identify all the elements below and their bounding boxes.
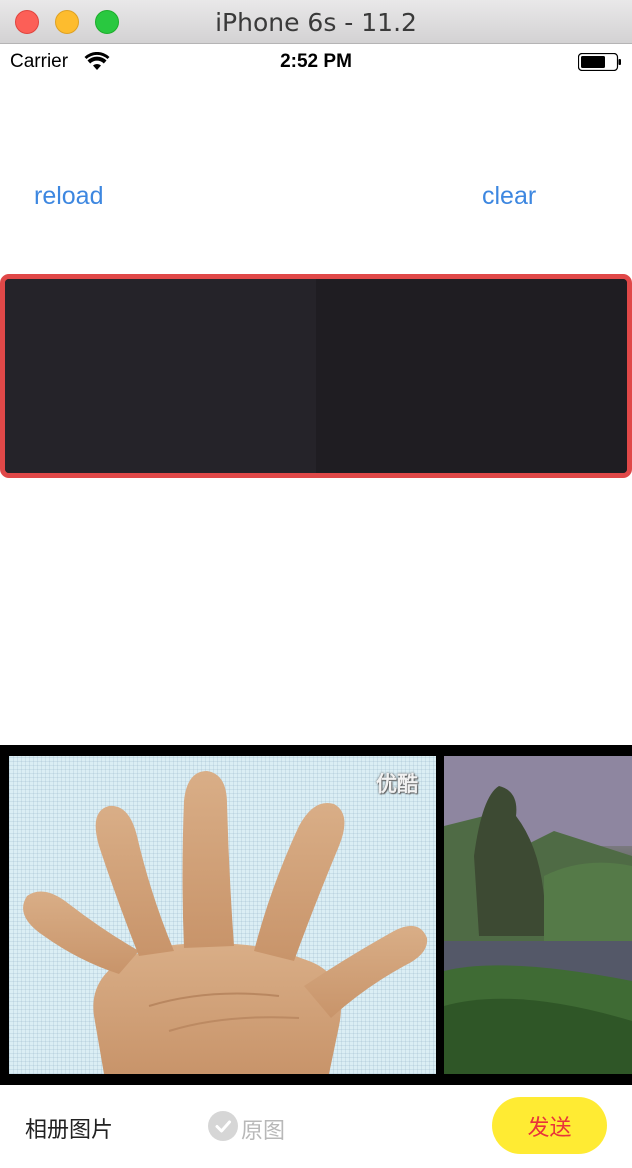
landscape-image [444,756,632,1074]
photo-thumbnail-hand[interactable]: 优酷 [9,756,436,1074]
status-bar: Carrier 2:52 PM [0,44,632,80]
battery-icon [578,53,621,71]
photo-picker-strip[interactable]: 优酷 [0,745,632,1085]
album-picker-label[interactable]: 相册图片 [25,1112,113,1144]
reload-button[interactable]: reload [34,182,104,211]
clear-button[interactable]: clear [482,182,536,211]
selected-preview-strip[interactable] [0,274,632,478]
video-watermark: 优酷 [376,772,418,796]
preview-cell[interactable] [5,279,316,473]
preview-cell[interactable] [316,279,627,473]
original-image-label: 原图 [241,1119,286,1144]
photo-thumbnail-landscape[interactable] [444,756,632,1074]
checkmark-circle-icon [208,1111,238,1141]
window-titlebar: iPhone 6s - 11.2 [0,0,632,44]
window-title: iPhone 6s - 11.2 [215,8,417,37]
send-button[interactable]: 发送 [492,1097,607,1154]
status-time: 2:52 PM [280,51,352,72]
hand-image [23,771,428,1074]
